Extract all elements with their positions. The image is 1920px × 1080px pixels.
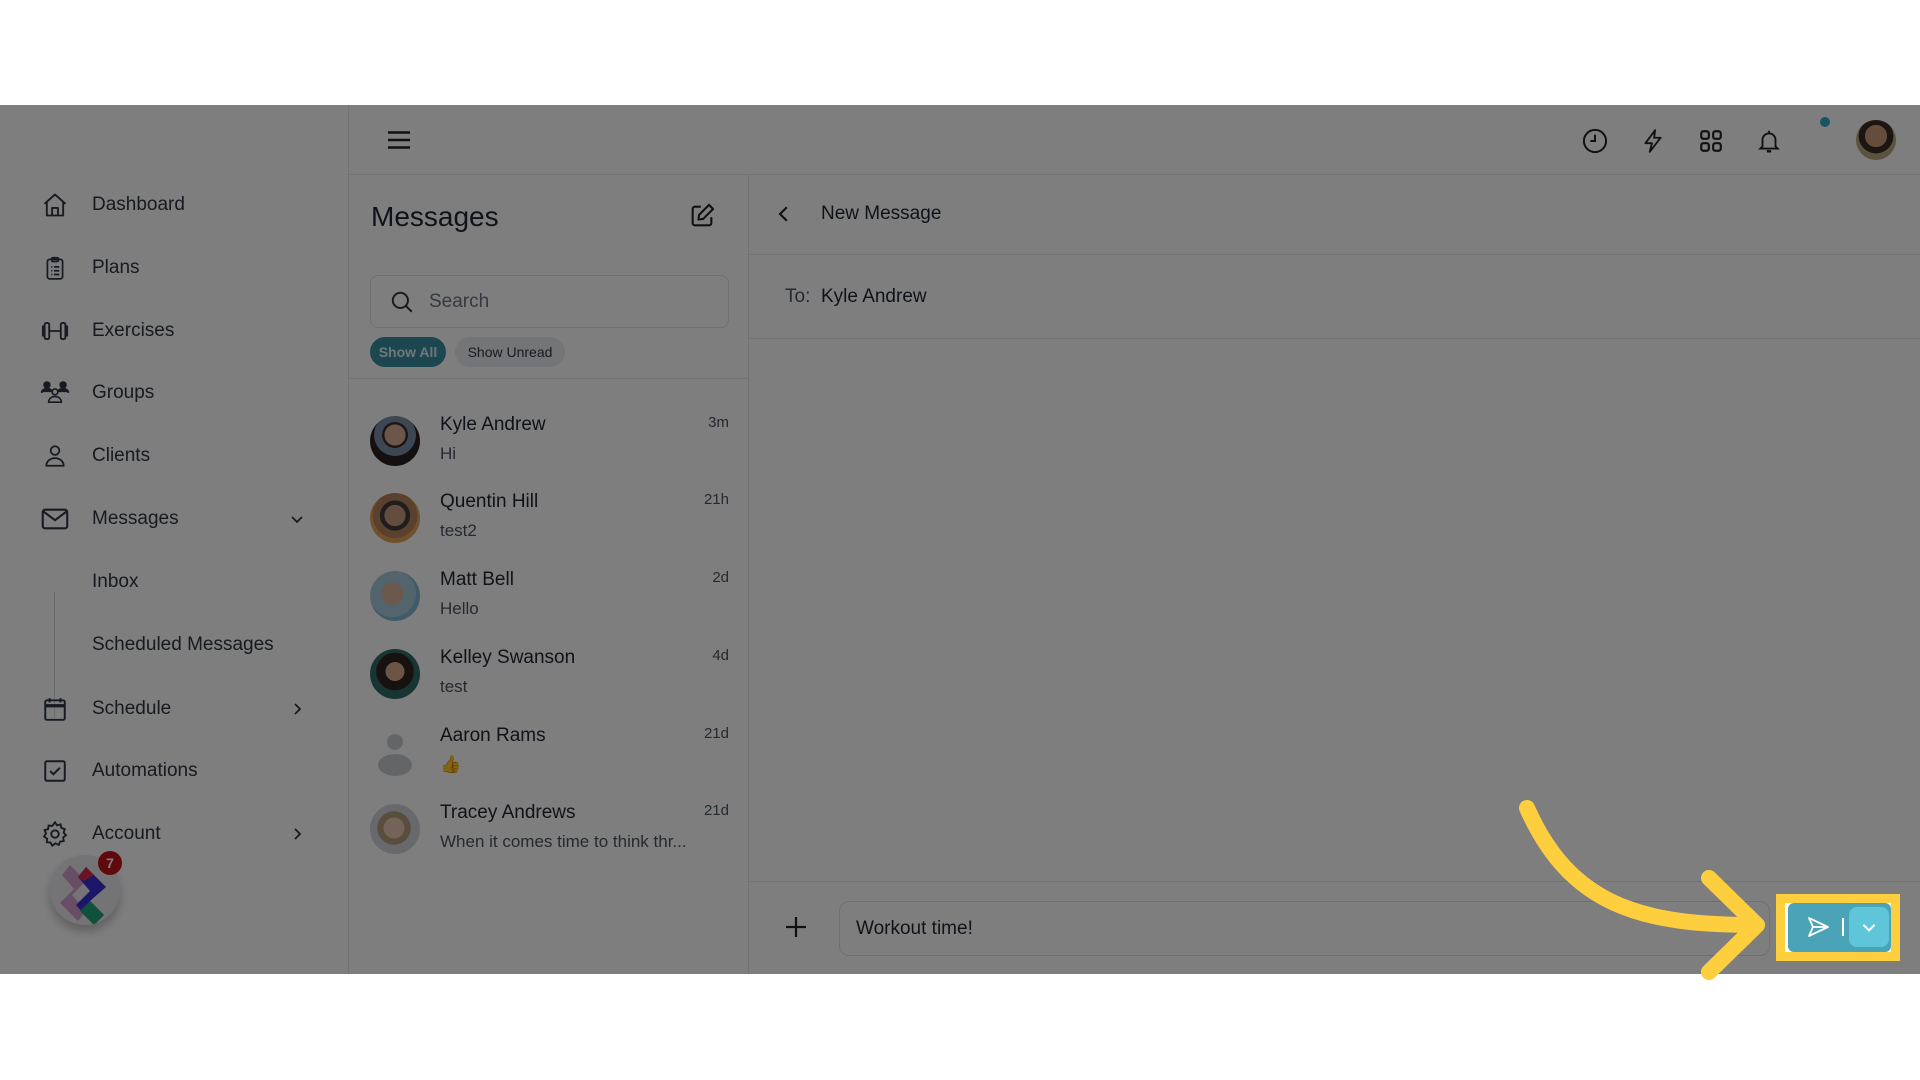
clipboard-icon (40, 253, 70, 283)
checkbox-icon (40, 756, 70, 786)
message-preview: 👍 (440, 755, 462, 774)
message-input[interactable] (839, 901, 1770, 956)
timestamp: 3m (708, 414, 729, 431)
sidebar: Dashboard Plans Exercises Groups Clients (0, 105, 349, 974)
app-window: Dashboard Plans Exercises Groups Clients (0, 105, 1920, 974)
avatar (370, 804, 420, 854)
sidebar-item-label: Automations (92, 760, 198, 781)
message-preview: test (440, 677, 468, 696)
sidebar-item-label: Groups (92, 382, 155, 403)
avatar (370, 416, 420, 466)
add-attachment-button[interactable] (781, 912, 811, 942)
conversation-item[interactable]: Kelley Swanson test 4d (349, 647, 749, 727)
history-icon[interactable] (1579, 125, 1611, 157)
contact-name: Kelley Swanson (440, 647, 576, 668)
notification-count-badge: 7 (98, 851, 122, 875)
list-divider (349, 378, 749, 379)
top-bar (349, 105, 1920, 175)
contact-name: Kyle Andrew (440, 414, 546, 435)
sidebar-item-label: Clients (92, 445, 151, 466)
bell-icon[interactable] (1753, 125, 1785, 157)
sidebar-item-label: Exercises (92, 320, 175, 341)
users-icon (40, 378, 70, 408)
lightning-icon[interactable] (1637, 125, 1669, 157)
compose-bar (749, 881, 1920, 974)
home-icon (40, 190, 70, 220)
sidebar-item-schedule[interactable]: Schedule (0, 684, 349, 734)
conversation-item[interactable]: Quentin Hill test2 21h (349, 491, 749, 571)
sidebar-item-label: Plans (92, 257, 140, 278)
avatar (370, 649, 420, 699)
sidebar-item-label: Dashboard (92, 194, 185, 215)
send-icon (1808, 917, 1829, 937)
sidebar-item-account[interactable]: Account (0, 809, 349, 859)
timestamp: 21d (703, 725, 729, 742)
chevron-right-icon[interactable] (285, 822, 309, 846)
recipient-value[interactable]: Kyle Andrew (821, 286, 927, 308)
calendar-icon (40, 694, 70, 724)
sidebar-item-messages[interactable]: Messages (0, 494, 349, 544)
sidebar-item-label: Account (92, 823, 161, 844)
contact-name: Tracey Andrews (440, 802, 576, 823)
apps-grid-icon[interactable] (1695, 125, 1727, 157)
contact-name: Aaron Rams (440, 725, 546, 746)
sidebar-item-exercises[interactable]: Exercises (0, 306, 349, 356)
conversation-item[interactable]: Matt Bell Hello 2d (349, 569, 749, 649)
recipient-label: To: (785, 286, 811, 307)
chevron-down-icon[interactable] (285, 507, 309, 531)
avatar (370, 571, 420, 621)
contact-name: Quentin Hill (440, 491, 539, 512)
chevron-right-icon[interactable] (285, 697, 309, 721)
send-button-highlighted[interactable] (1788, 903, 1891, 952)
conversation-item[interactable]: Kyle Andrew Hi 3m (349, 414, 749, 494)
recipient-row: To: Kyle Andrew (749, 255, 1920, 339)
back-button[interactable] (769, 199, 799, 229)
pane-title: New Message (821, 203, 942, 224)
chevron-down-icon (1862, 924, 1876, 932)
search-box (370, 275, 729, 328)
new-message-button[interactable] (686, 200, 718, 232)
conversation-item[interactable]: Aaron Rams 👍 21d (349, 725, 749, 805)
timestamp: 4d (712, 647, 729, 664)
menu-toggle-button[interactable] (384, 125, 414, 155)
sidebar-item-label: Schedule (92, 698, 172, 719)
search-input[interactable] (429, 276, 719, 327)
sidebar-item-groups[interactable]: Groups (0, 368, 349, 418)
sidebar-item-plans[interactable]: Plans (0, 243, 349, 293)
message-preview: Hello (440, 599, 479, 618)
message-preview: When it comes time to think thr... (440, 832, 687, 851)
message-preview: test2 (440, 521, 477, 540)
avatar (370, 493, 420, 543)
sidebar-item-automations[interactable]: Automations (0, 746, 349, 796)
send-options-dropdown[interactable] (1849, 907, 1889, 947)
search-icon (389, 289, 415, 315)
sidebar-item-clients[interactable]: Clients (0, 431, 349, 481)
avatar-placeholder (370, 727, 420, 777)
contact-name: Matt Bell (440, 569, 514, 590)
send-separator (1842, 918, 1844, 936)
pane-header: New Message (749, 175, 1920, 255)
user-avatar[interactable] (1856, 120, 1896, 160)
gear-icon (40, 819, 70, 849)
message-preview: Hi (440, 444, 457, 463)
sidebar-item-dashboard[interactable]: Dashboard (0, 180, 349, 230)
dumbbell-icon (40, 316, 70, 346)
message-compose-pane: New Message To: Kyle Andrew (749, 175, 1920, 974)
conversation-list-panel: Messages Show All Show Unread Kyle Andre… (349, 175, 749, 974)
filter-show-all-button[interactable]: Show All (370, 337, 446, 367)
conversation-item[interactable]: Tracey Andrews When it comes time to thi… (349, 802, 749, 882)
sidebar-subitem-scheduled-messages[interactable]: Scheduled Messages (92, 625, 274, 665)
filter-show-unread-button[interactable]: Show Unread (455, 337, 565, 367)
sidebar-subitem-inbox[interactable]: Inbox (92, 562, 138, 602)
mail-icon (40, 504, 70, 534)
sidebar-item-label: Messages (92, 508, 179, 529)
page-title: Messages (371, 201, 499, 232)
notification-dot (1820, 117, 1830, 127)
timestamp: 2d (712, 569, 729, 586)
user-icon (40, 441, 70, 471)
timestamp: 21d (703, 802, 729, 819)
timestamp: 21h (703, 491, 729, 508)
